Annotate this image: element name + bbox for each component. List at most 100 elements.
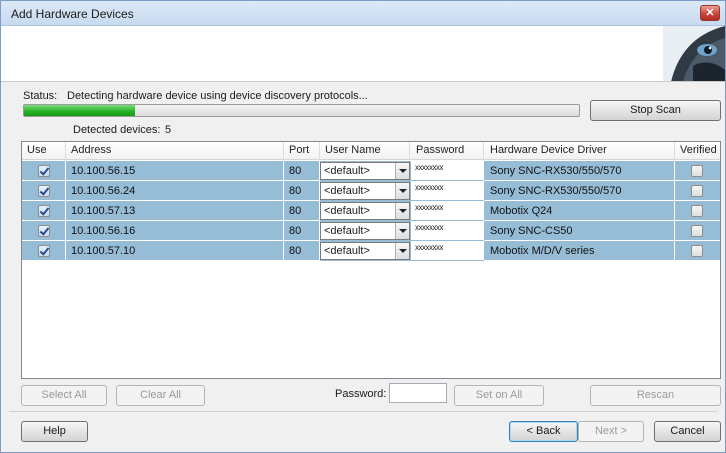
- use-checkbox[interactable]: [38, 185, 50, 197]
- use-checkbox[interactable]: [38, 245, 50, 257]
- banner-eye-image: [663, 26, 725, 81]
- password-cell[interactable]: xxxxxxxx: [411, 201, 484, 221]
- column-header-address[interactable]: Address: [66, 142, 284, 160]
- chevron-down-icon[interactable]: [395, 163, 409, 179]
- rescan-button[interactable]: Rescan: [590, 385, 721, 406]
- status-label: Status:: [23, 90, 58, 102]
- cancel-button[interactable]: Cancel: [654, 421, 721, 442]
- user-name-dropdown[interactable]: <default>: [320, 202, 410, 220]
- title-bar[interactable]: Add Hardware Devices ✕: [1, 1, 725, 26]
- chevron-down-icon[interactable]: [395, 203, 409, 219]
- user-name-dropdown[interactable]: <default>: [320, 222, 410, 240]
- use-checkbox[interactable]: [38, 225, 50, 237]
- select-all-label: Select All: [41, 389, 87, 401]
- use-cell: [22, 201, 66, 221]
- column-header-user-name[interactable]: User Name: [320, 142, 410, 160]
- help-button[interactable]: Help: [21, 421, 88, 442]
- column-header-use[interactable]: Use: [22, 142, 66, 160]
- chevron-down-icon[interactable]: [395, 183, 409, 199]
- use-cell: [22, 161, 66, 181]
- rescan-label: Rescan: [636, 389, 675, 401]
- next-button[interactable]: Next >: [578, 421, 644, 442]
- address-cell[interactable]: 10.100.56.15: [66, 161, 284, 181]
- column-header-password[interactable]: Password: [410, 142, 484, 160]
- port-cell[interactable]: 80: [284, 181, 320, 201]
- discovery-progress-bar: [23, 104, 580, 117]
- detected-devices-count: 5: [165, 124, 172, 136]
- user-name-value: <default>: [324, 205, 370, 217]
- password-cell[interactable]: xxxxxxxx: [411, 161, 484, 181]
- verified-checkbox[interactable]: [691, 245, 703, 257]
- chevron-down-icon[interactable]: [395, 223, 409, 239]
- user-name-value: <default>: [324, 185, 370, 197]
- password-input[interactable]: [389, 383, 447, 403]
- address-cell[interactable]: 10.100.57.13: [66, 201, 284, 221]
- back-button[interactable]: < Back: [509, 421, 578, 442]
- driver-cell[interactable]: Mobotix Q24: [484, 201, 675, 221]
- use-cell: [22, 181, 66, 201]
- verified-cell: [675, 241, 720, 261]
- password-cell[interactable]: xxxxxxxx: [411, 181, 484, 201]
- use-cell: [22, 221, 66, 241]
- help-label: Help: [43, 425, 66, 437]
- window-title: Add Hardware Devices: [11, 7, 134, 21]
- detected-devices-label: Detected devices:: [73, 124, 161, 136]
- address-cell[interactable]: 10.100.57.10: [66, 241, 284, 261]
- user-name-dropdown[interactable]: <default>: [320, 242, 410, 260]
- verified-checkbox[interactable]: [691, 165, 703, 177]
- table-row[interactable]: 10.100.57.10 80 <default> xxxxxxxx Mobotix M…: [22, 241, 720, 261]
- password-label: Password:: [335, 388, 387, 400]
- table-header: Use Address Port User Name Password Hard…: [22, 142, 720, 160]
- port-cell[interactable]: 80: [284, 241, 320, 261]
- stop-scan-label: Stop Scan: [630, 104, 681, 116]
- port-cell[interactable]: 80: [284, 221, 320, 241]
- chevron-down-icon[interactable]: [395, 243, 409, 259]
- column-header-port[interactable]: Port: [284, 142, 320, 160]
- verified-cell: [675, 221, 720, 241]
- port-cell[interactable]: 80: [284, 201, 320, 221]
- user-name-dropdown[interactable]: <default>: [320, 182, 410, 200]
- verified-checkbox[interactable]: [691, 185, 703, 197]
- wizard-banner: [1, 26, 725, 82]
- user-name-value: <default>: [324, 225, 370, 237]
- verified-cell: [675, 201, 720, 221]
- column-header-driver[interactable]: Hardware Device Driver: [484, 142, 675, 160]
- progress-fill: [24, 105, 135, 116]
- verified-cell: [675, 181, 720, 201]
- driver-cell[interactable]: Sony SNC-RX530/550/570: [484, 161, 675, 181]
- user-name-dropdown[interactable]: <default>: [320, 162, 410, 180]
- port-cell[interactable]: 80: [284, 161, 320, 181]
- cancel-label: Cancel: [670, 425, 705, 437]
- table-row[interactable]: 10.100.57.13 80 <default> xxxxxxxx Mobotix Q…: [22, 201, 720, 221]
- back-label: < Back: [526, 425, 561, 437]
- user-name-value: <default>: [324, 165, 370, 177]
- add-hardware-devices-window: Add Hardware Devices ✕ Status: Detecting…: [0, 0, 726, 453]
- stop-scan-button[interactable]: Stop Scan: [590, 100, 721, 121]
- clear-all-button[interactable]: Clear All: [116, 385, 205, 406]
- use-checkbox[interactable]: [38, 165, 50, 177]
- close-button[interactable]: ✕: [700, 5, 720, 21]
- user-name-value: <default>: [324, 245, 370, 257]
- select-all-button[interactable]: Select All: [21, 385, 107, 406]
- device-table[interactable]: Use Address Port User Name Password Hard…: [21, 141, 721, 379]
- verified-checkbox[interactable]: [691, 225, 703, 237]
- password-cell[interactable]: xxxxxxxx: [411, 221, 484, 241]
- table-row[interactable]: 10.100.56.16 80 <default> xxxxxxxx Sony SNC-…: [22, 221, 720, 241]
- set-on-all-label: Set on All: [475, 389, 523, 401]
- address-cell[interactable]: 10.100.56.24: [66, 181, 284, 201]
- verified-checkbox[interactable]: [691, 205, 703, 217]
- address-cell[interactable]: 10.100.56.16: [66, 221, 284, 241]
- verified-cell: [675, 161, 720, 181]
- driver-cell[interactable]: Mobotix M/D/V series: [484, 241, 675, 261]
- next-label: Next >: [594, 425, 628, 437]
- status-text: Detecting hardware device using device d…: [67, 90, 368, 102]
- driver-cell[interactable]: Sony SNC-CS50: [484, 221, 675, 241]
- set-on-all-button[interactable]: Set on All: [454, 385, 544, 406]
- table-row[interactable]: 10.100.56.24 80 <default> xxxxxxxx Sony SNC-…: [22, 181, 720, 201]
- use-cell: [22, 241, 66, 261]
- driver-cell[interactable]: Sony SNC-RX530/550/570: [484, 181, 675, 201]
- column-header-verified[interactable]: Verified: [675, 142, 720, 160]
- table-row[interactable]: 10.100.56.15 80 <default> xxxxxxxx Sony SNC-…: [22, 161, 720, 181]
- use-checkbox[interactable]: [38, 205, 50, 217]
- password-cell[interactable]: xxxxxxxx: [411, 241, 484, 261]
